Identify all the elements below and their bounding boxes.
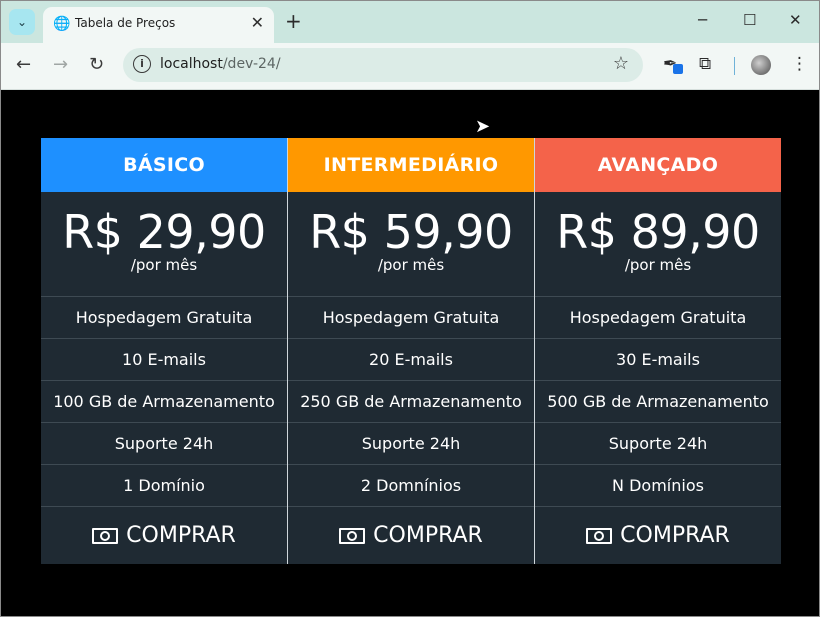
star-icon[interactable]: ☆ [613, 53, 629, 74]
buy-label: COMPRAR [620, 523, 730, 548]
feature-item: 2 Domnínios [288, 465, 534, 507]
avatar[interactable] [751, 55, 771, 75]
price-block: R$ 59,90 /por mês [288, 192, 534, 297]
buy-label: COMPRAR [126, 523, 236, 548]
feature-item: 1 Domínio [41, 465, 287, 507]
maximize-icon[interactable]: ☐ [743, 11, 756, 29]
forward-icon[interactable]: → [53, 54, 68, 75]
feature-item: 250 GB de Armazenamento [288, 381, 534, 423]
buy-button[interactable]: COMPRAR [41, 507, 287, 564]
money-icon [339, 527, 366, 544]
tab-search-button[interactable]: ⌄ [9, 9, 35, 35]
reload-icon[interactable]: ↻ [89, 54, 104, 75]
feature-item: 30 E-mails [535, 339, 781, 381]
plan-basico: BÁSICO R$ 29,90 /por mês Hospedagem Grat… [41, 138, 288, 564]
plan-header: BÁSICO [41, 138, 287, 192]
feature-item: Suporte 24h [41, 423, 287, 465]
globe-icon: 🌐 [53, 16, 71, 32]
tab-title: Tabela de Preços [75, 16, 176, 30]
pricing-table: BÁSICO R$ 29,90 /por mês Hospedagem Grat… [41, 138, 781, 564]
money-icon [586, 527, 613, 544]
feature-item: 10 E-mails [41, 339, 287, 381]
feature-item: 20 E-mails [288, 339, 534, 381]
price-block: R$ 29,90 /por mês [41, 192, 287, 297]
plan-price: R$ 89,90 [556, 205, 760, 259]
feature-item: Suporte 24h [288, 423, 534, 465]
plus-icon[interactable]: + [285, 9, 302, 33]
url-text[interactable]: localhost/dev-24/ [160, 56, 281, 72]
more-icon[interactable]: ⋮ [791, 54, 808, 74]
address-bar[interactable]: i localhost/dev-24/ ☆ [123, 48, 643, 82]
feature-item: Suporte 24h [535, 423, 781, 465]
feature-item: Hospedagem Gratuita [41, 297, 287, 339]
plan-avancado: AVANÇADO R$ 89,90 /por mês Hospedagem Gr… [535, 138, 781, 564]
plan-intermediario: INTERMEDIÁRIO R$ 59,90 /por mês Hospedag… [288, 138, 535, 564]
feature-item: Hospedagem Gratuita [288, 297, 534, 339]
title-bar: ⌄ 🌐 Tabela de Preços ✕ + ─ ☐ ✕ [1, 1, 819, 43]
plan-header: INTERMEDIÁRIO [288, 138, 534, 192]
feature-item: 500 GB de Armazenamento [535, 381, 781, 423]
puzzle-icon[interactable]: ⧉ [699, 54, 711, 74]
extension-badge [673, 64, 683, 74]
money-icon [92, 527, 119, 544]
chevron-down-icon: ⌄ [16, 15, 28, 29]
close-icon[interactable]: ✕ [251, 13, 264, 32]
buy-label: COMPRAR [373, 523, 483, 548]
browser-tab[interactable]: 🌐 Tabela de Preços ✕ [43, 7, 274, 43]
info-icon[interactable]: i [133, 55, 151, 73]
feature-item: N Domínios [535, 465, 781, 507]
plan-header: AVANÇADO [535, 138, 781, 192]
mouse-cursor-icon: ➤ [475, 116, 491, 137]
browser-toolbar: ← → ↻ i localhost/dev-24/ ☆ ✒ ⧉ ⋮ [1, 43, 819, 90]
toolbar-divider [734, 57, 735, 75]
buy-button[interactable]: COMPRAR [535, 507, 781, 564]
back-icon[interactable]: ← [16, 54, 31, 75]
feature-item: Hospedagem Gratuita [535, 297, 781, 339]
plan-price: R$ 59,90 [309, 205, 513, 259]
feature-item: 100 GB de Armazenamento [41, 381, 287, 423]
minimize-icon[interactable]: ─ [698, 11, 707, 29]
buy-button[interactable]: COMPRAR [288, 507, 534, 564]
browser-window: ⌄ 🌐 Tabela de Preços ✕ + ─ ☐ ✕ ← → ↻ i l… [0, 0, 820, 617]
plan-price: R$ 29,90 [62, 205, 266, 259]
close-window-icon[interactable]: ✕ [789, 11, 802, 29]
price-block: R$ 89,90 /por mês [535, 192, 781, 297]
